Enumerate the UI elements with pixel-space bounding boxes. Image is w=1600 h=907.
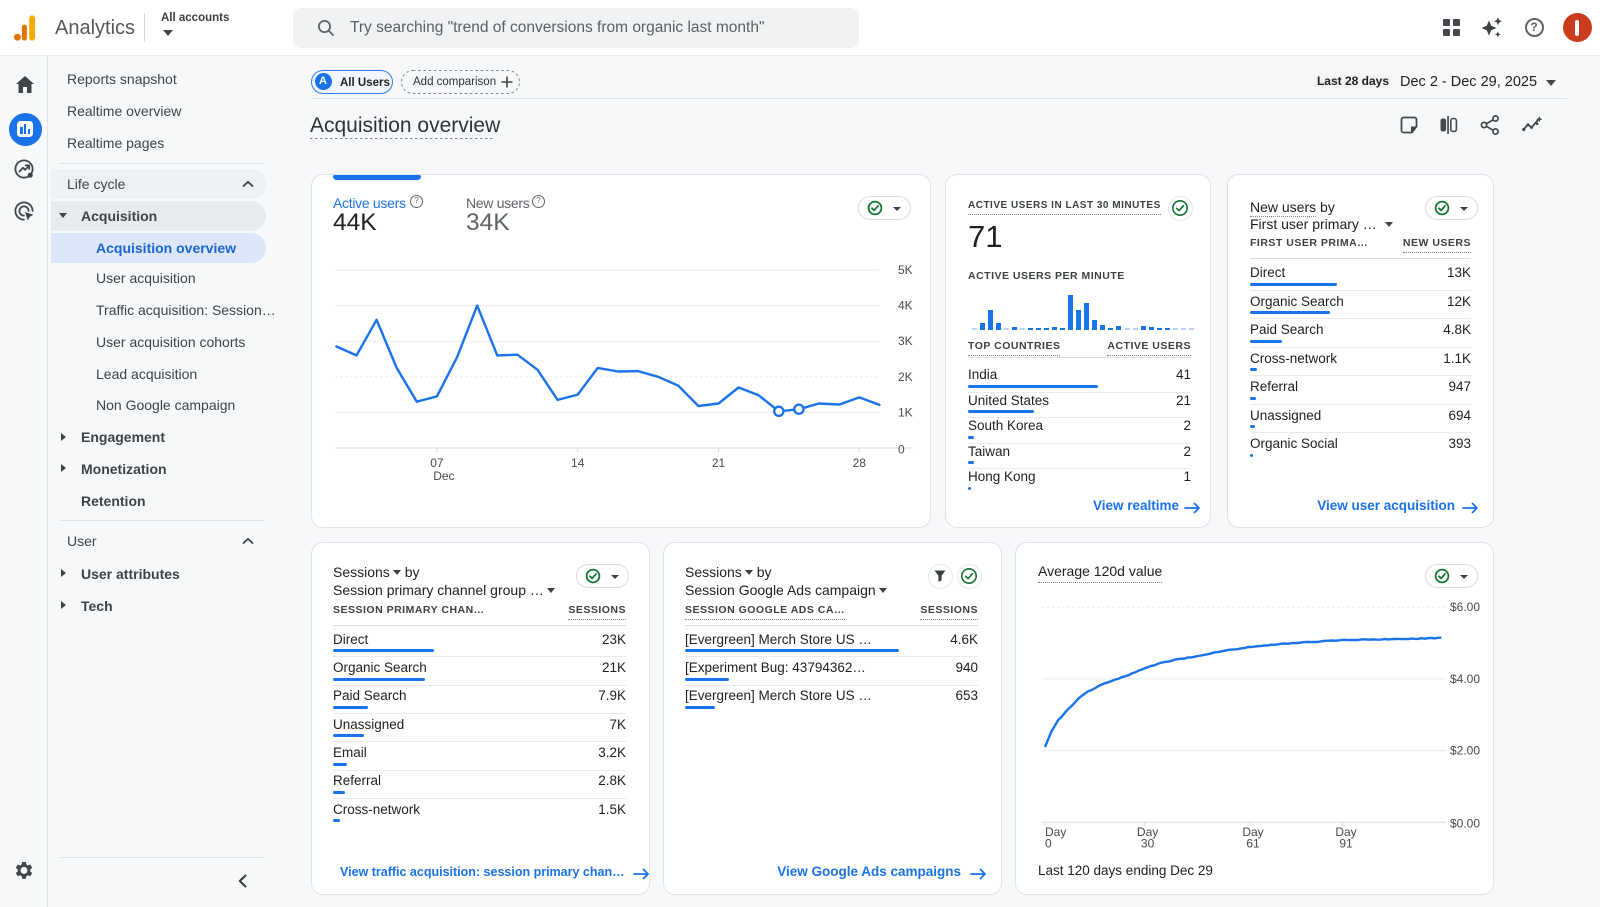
svg-text:4K: 4K — [898, 299, 913, 313]
svg-text:0: 0 — [1045, 836, 1052, 850]
svg-text:2K: 2K — [898, 370, 913, 384]
svg-text:07: 07 — [430, 456, 444, 470]
svg-text:$4.00: $4.00 — [1450, 672, 1480, 686]
svg-text:$2.00: $2.00 — [1450, 744, 1480, 758]
svg-text:3K: 3K — [898, 334, 913, 348]
svg-text:$0.00: $0.00 — [1450, 816, 1480, 830]
svg-text:Dec: Dec — [433, 469, 454, 483]
svg-text:0: 0 — [898, 443, 905, 457]
svg-text:21: 21 — [712, 456, 726, 470]
svg-text:14: 14 — [571, 456, 585, 470]
svg-text:$6.00: $6.00 — [1450, 600, 1480, 614]
svg-text:28: 28 — [853, 456, 867, 470]
svg-text:1K: 1K — [898, 405, 913, 419]
svg-text:5K: 5K — [898, 263, 913, 277]
svg-text:61: 61 — [1246, 836, 1260, 850]
svg-text:30: 30 — [1141, 836, 1155, 850]
svg-text:91: 91 — [1339, 836, 1353, 850]
